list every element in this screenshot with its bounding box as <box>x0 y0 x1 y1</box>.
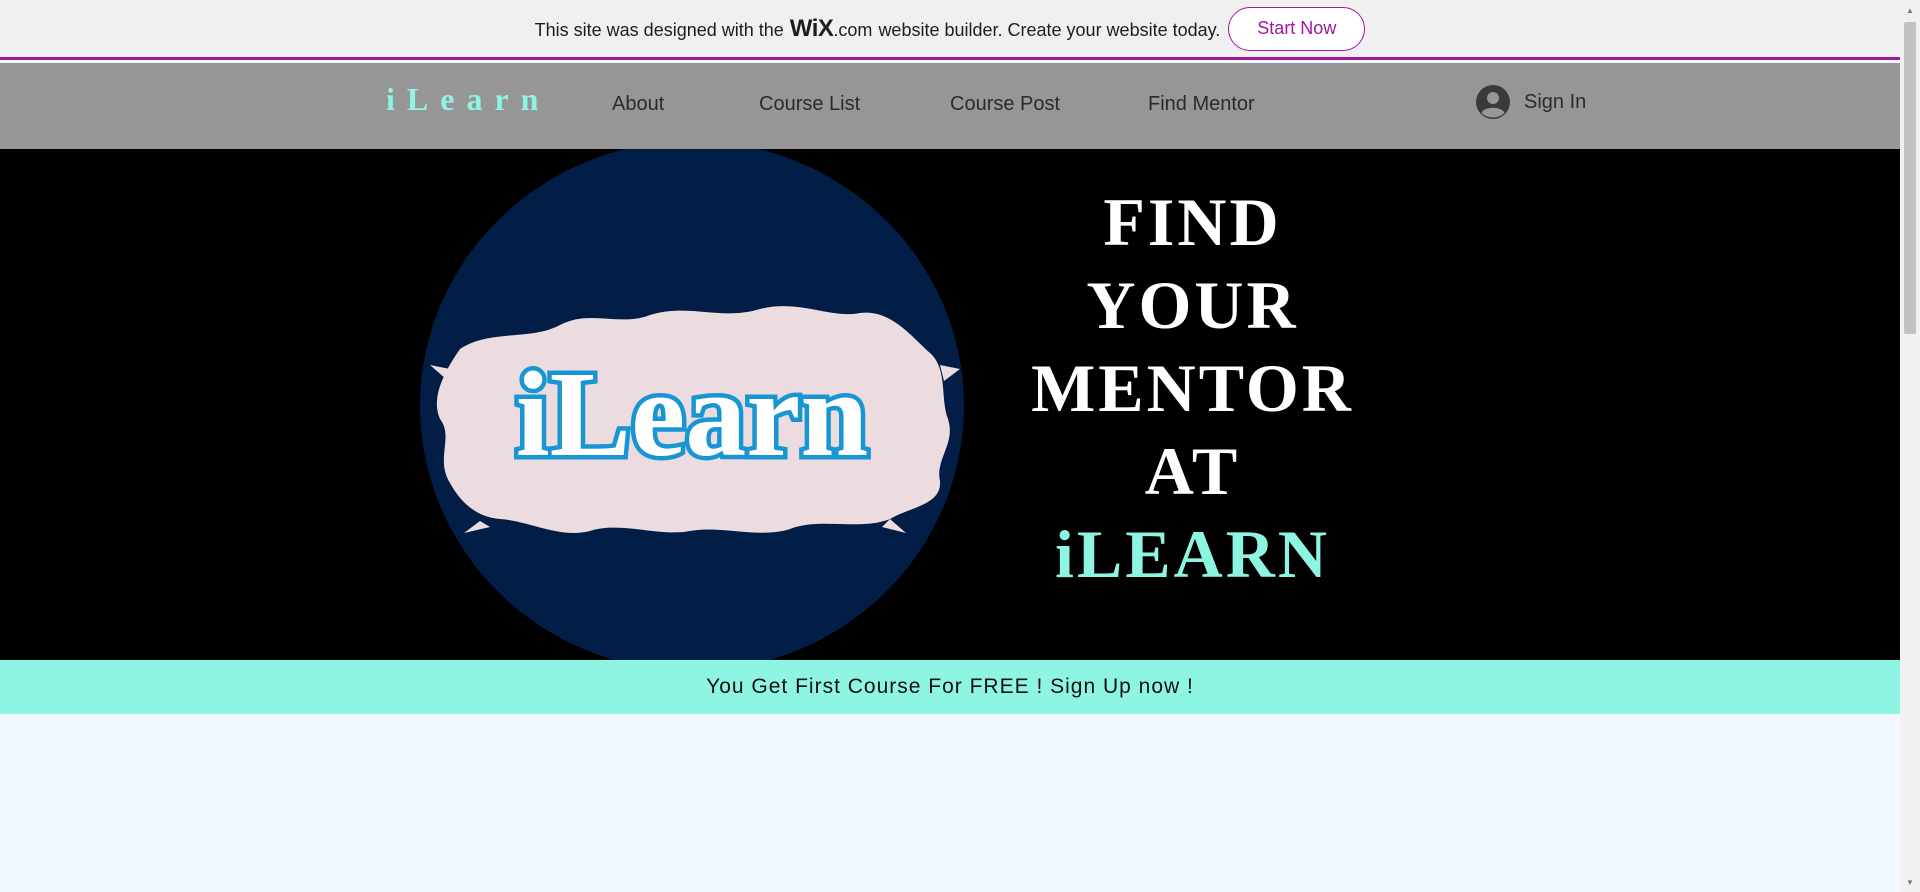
user-avatar-icon <box>1476 85 1510 119</box>
wix-banner-text-after: website builder. Create your website tod… <box>878 19 1221 40</box>
nav-item-course-post[interactable]: Course Post <box>950 93 1060 116</box>
nav-item-course-list[interactable]: Course List <box>759 93 860 116</box>
scrollbar[interactable]: ▲ ▼ <box>1900 0 1920 892</box>
hero-headline: FIND YOUR MENTOR AT iLEARN <box>1000 181 1385 596</box>
wix-logo: WiX <box>789 14 834 42</box>
scroll-thumb[interactable] <box>1904 22 1916 334</box>
wix-banner: This site was designed with the WiX .com … <box>0 0 1900 60</box>
hero-logo-text: iLearn <box>516 347 868 482</box>
headline-line: MENTOR <box>1031 350 1354 426</box>
scroll-down-arrow-icon[interactable]: ▼ <box>1900 874 1920 890</box>
wix-banner-text-before: This site was designed with the <box>534 19 784 40</box>
start-now-button[interactable]: Start Now <box>1228 6 1366 51</box>
hero-section: iLearn FIND YOUR MENTOR AT iLEARN <box>0 149 1900 660</box>
sign-in-button[interactable]: Sign In <box>1476 85 1586 119</box>
headline-accent: iLEARN <box>1055 516 1330 592</box>
wix-logo-suffix: .com <box>833 19 873 40</box>
site-header: iLearn About Course List Course Post Fin… <box>0 63 1900 149</box>
headline-line: FIND <box>1103 184 1282 260</box>
headline-line: YOUR <box>1086 267 1299 343</box>
brand-logo[interactable]: iLearn <box>386 81 550 118</box>
ilearn-logo-image: iLearn <box>430 306 960 534</box>
wix-banner-text: This site was designed with the WiX .com … <box>535 15 1221 43</box>
scroll-up-arrow-icon[interactable]: ▲ <box>1900 2 1920 18</box>
content-area <box>0 714 1900 892</box>
headline-line: AT <box>1144 433 1241 509</box>
sign-in-label: Sign In <box>1524 90 1587 113</box>
promo-strip: You Get First Course For FREE ! Sign Up … <box>0 660 1900 714</box>
nav-item-find-mentor[interactable]: Find Mentor <box>1148 93 1255 116</box>
promo-text[interactable]: You Get First Course For FREE ! Sign Up … <box>706 675 1194 699</box>
nav-item-about[interactable]: About <box>612 93 664 116</box>
